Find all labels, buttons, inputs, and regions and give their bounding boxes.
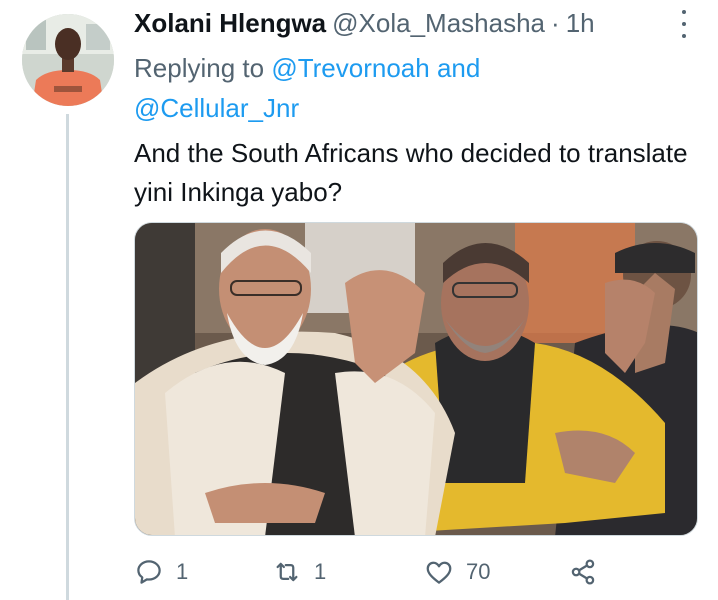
like-button[interactable]: 70 bbox=[424, 554, 490, 590]
replying-to: Replying to @Trevornoah and @Cellular_Jn… bbox=[134, 48, 694, 128]
retweet-count: 1 bbox=[314, 559, 327, 584]
mention-trevornoah[interactable]: @Trevornoah bbox=[271, 53, 429, 83]
mention-and: and bbox=[436, 53, 481, 83]
share-button[interactable] bbox=[568, 554, 598, 590]
share-icon bbox=[571, 559, 595, 585]
retweet-button[interactable]: 1 bbox=[272, 554, 326, 590]
tweet: Xolani Hlengwa @Xola_Mashasha · 1h Reply… bbox=[0, 0, 718, 600]
like-count: 70 bbox=[466, 559, 491, 584]
author-name[interactable]: Xolani Hlengwa bbox=[134, 8, 326, 39]
author-handle[interactable]: @Xola_Mashasha bbox=[332, 8, 545, 39]
more-options-icon[interactable] bbox=[672, 10, 696, 38]
reply-bubble-icon bbox=[137, 560, 161, 584]
retweet-icon bbox=[276, 562, 298, 582]
tweet-text: And the South Africans who decided to tr… bbox=[134, 138, 688, 207]
heart-icon bbox=[426, 561, 452, 584]
reply-count: 1 bbox=[176, 559, 189, 584]
replying-prefix: Replying to bbox=[134, 53, 265, 83]
tweet-header: Xolani Hlengwa @Xola_Mashasha · 1h bbox=[134, 6, 595, 40]
tweet-photo[interactable] bbox=[134, 222, 698, 536]
separator-dot: · bbox=[551, 7, 560, 38]
tweet-timestamp[interactable]: 1h bbox=[566, 8, 595, 39]
author-avatar[interactable] bbox=[22, 14, 114, 106]
reply-button[interactable]: 1 bbox=[134, 554, 188, 590]
mention-cellular-jnr[interactable]: @Cellular_Jnr bbox=[134, 93, 299, 123]
tweet-actions: 1 1 70 bbox=[134, 554, 614, 590]
thread-line bbox=[66, 114, 69, 600]
